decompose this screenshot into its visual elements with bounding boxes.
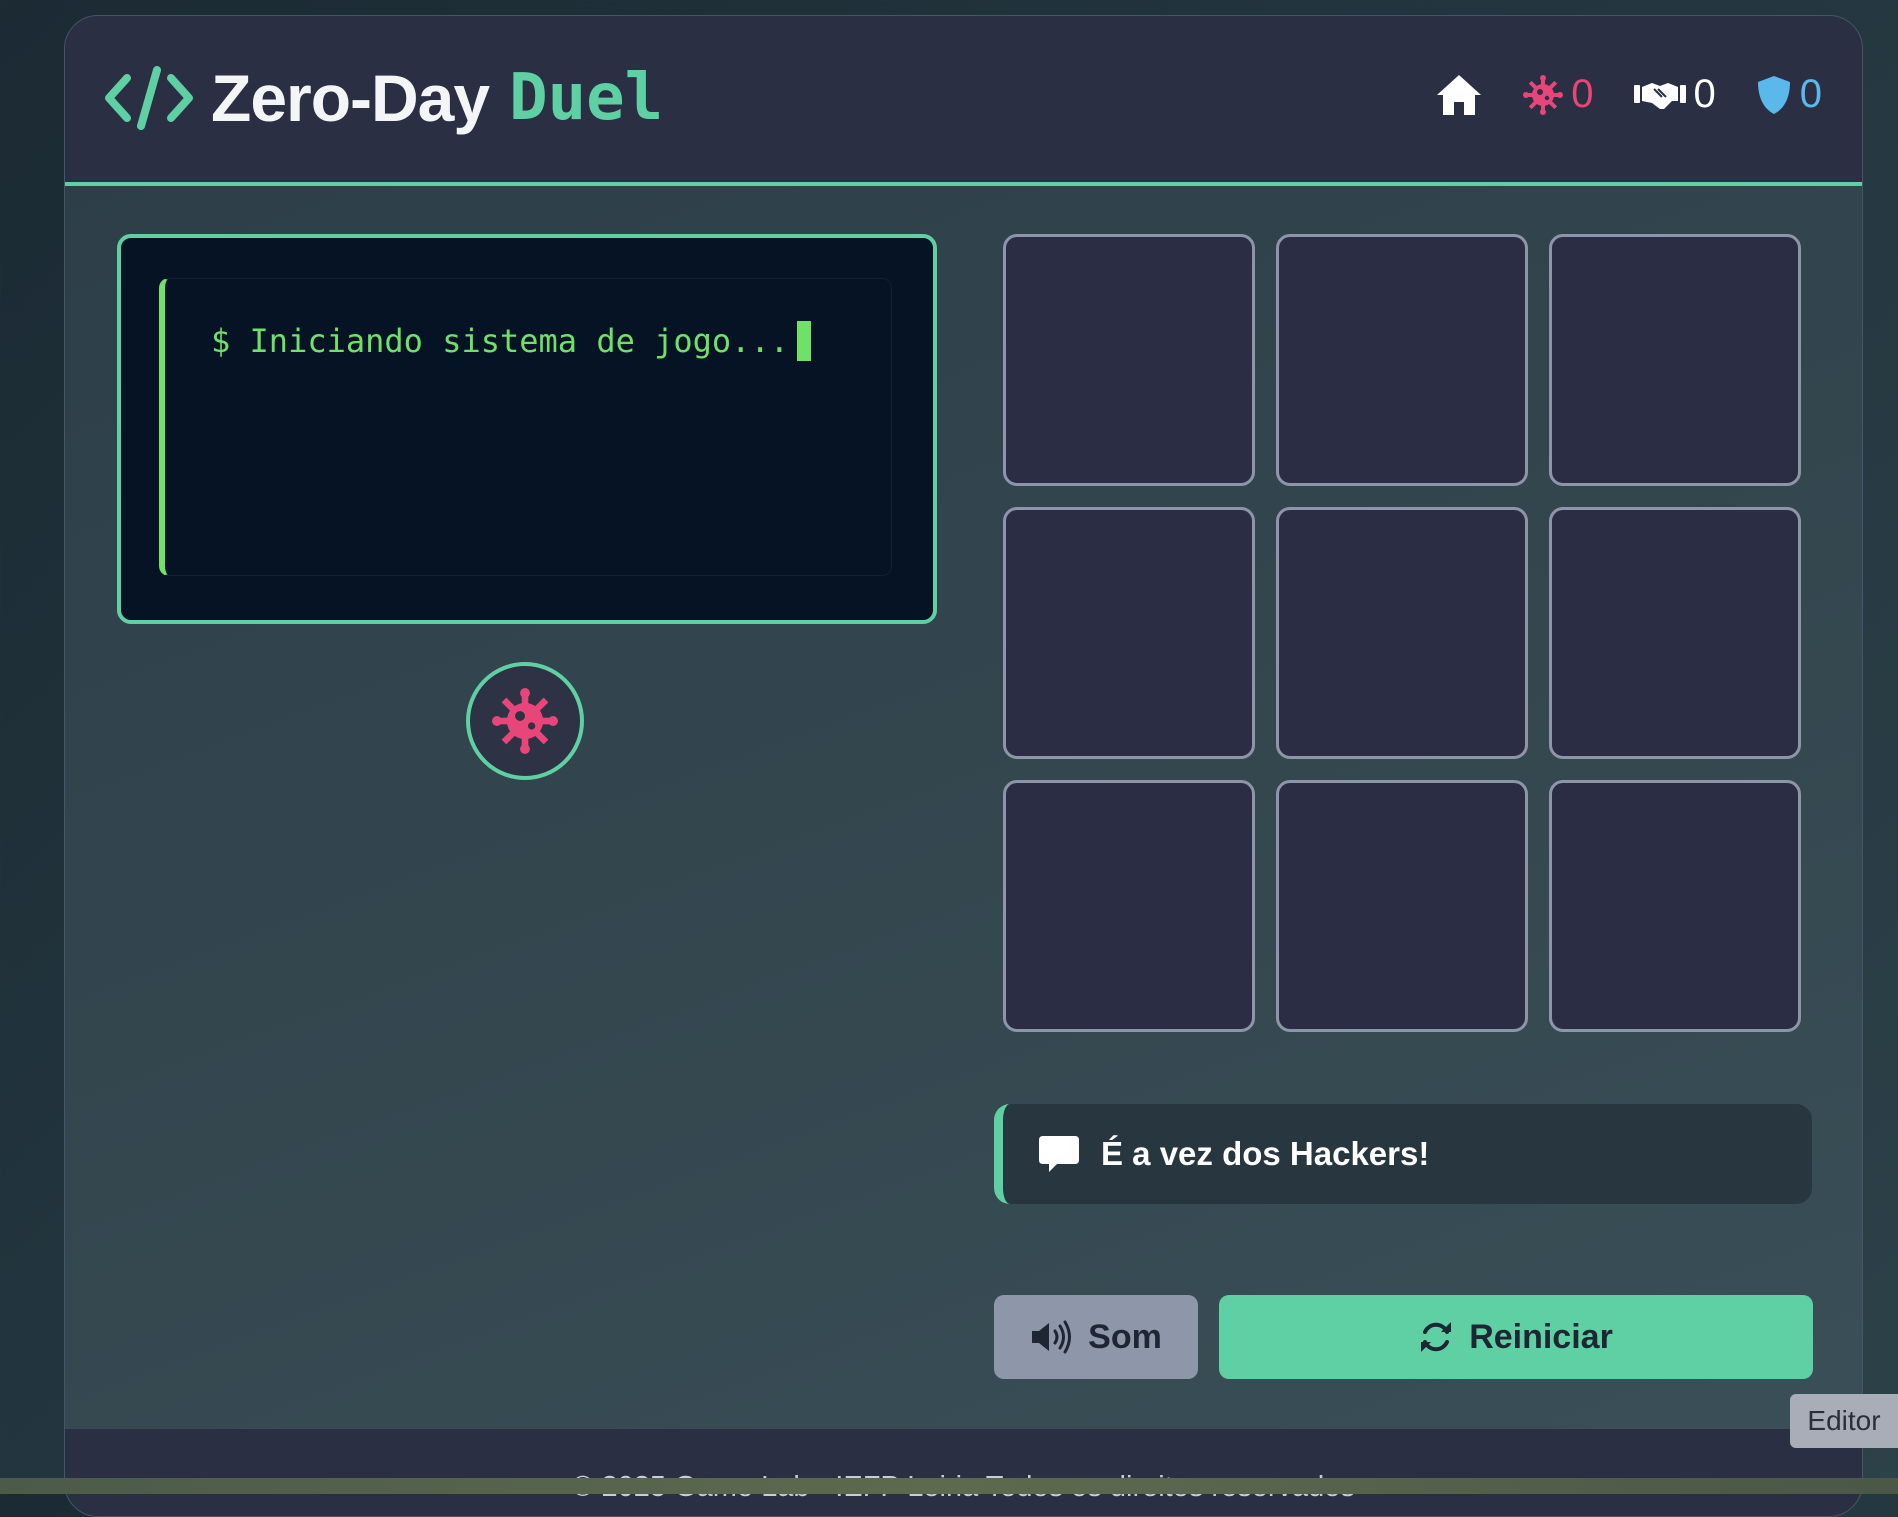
handshake-icon [1633,82,1686,109]
draws-score-value: 0 [1693,72,1716,116]
terminal-line: $ Iniciando sistema de jogo... [211,321,811,361]
restart-button[interactable]: Reiniciar [1219,1295,1813,1379]
header: Zero-Day Duel 0 0 0 [65,16,1862,186]
board-cell-5[interactable] [1276,507,1528,759]
game-board [1003,234,1801,1032]
hackers-score-value: 0 [1571,72,1594,116]
footer: © 2025 Game Lab - IEFP Leiria Todos os d… [65,1429,1862,1516]
terminal-panel: $ Iniciando sistema de jogo... [117,234,937,624]
board-cell-9[interactable] [1549,780,1801,1032]
scoreboard: 0 0 0 [1435,72,1822,117]
code-icon [105,66,193,130]
score-draws: 0 [1633,72,1716,117]
title-zero-day: Zero-Day [211,61,490,135]
title-duel: Duel [509,61,664,135]
defenders-score-value: 0 [1799,72,1822,116]
refresh-icon [1421,1322,1452,1352]
game-container: Zero-Day Duel 0 0 0 $ Iniciando sistema … [64,15,1863,1517]
window-bottom-strip [0,1478,1898,1494]
board-cell-4[interactable] [1003,507,1255,759]
terminal-text: $ Iniciando sistema de jogo... [211,322,789,360]
status-message: É a vez dos Hackers! [994,1104,1812,1204]
virus-icon [492,688,558,754]
sound-label: Som [1088,1317,1162,1356]
home-icon [1437,74,1482,115]
home-button[interactable] [1435,73,1483,117]
board-cell-1[interactable] [1003,234,1255,486]
board-cell-2[interactable] [1276,234,1528,486]
status-text: É a vez dos Hackers! [1101,1135,1430,1172]
logo: Zero-Day Duel [103,60,663,136]
editor-button[interactable]: Editor [1790,1394,1898,1448]
score-hackers: 0 [1523,72,1594,117]
terminal-output: $ Iniciando sistema de jogo... [159,278,892,576]
board-cell-6[interactable] [1549,507,1801,759]
terminal-cursor [796,321,811,361]
shield-icon [1757,75,1790,114]
board-cell-3[interactable] [1549,234,1801,486]
virus-icon [1523,74,1564,115]
board-cell-7[interactable] [1003,780,1255,1032]
restart-label: Reiniciar [1469,1317,1613,1356]
board-cell-8[interactable] [1276,780,1528,1032]
current-player-indicator [466,662,584,780]
score-defenders: 0 [1756,72,1822,117]
volume-icon [1032,1320,1072,1354]
sound-toggle-button[interactable]: Som [994,1295,1198,1379]
comment-icon [1037,1132,1081,1176]
